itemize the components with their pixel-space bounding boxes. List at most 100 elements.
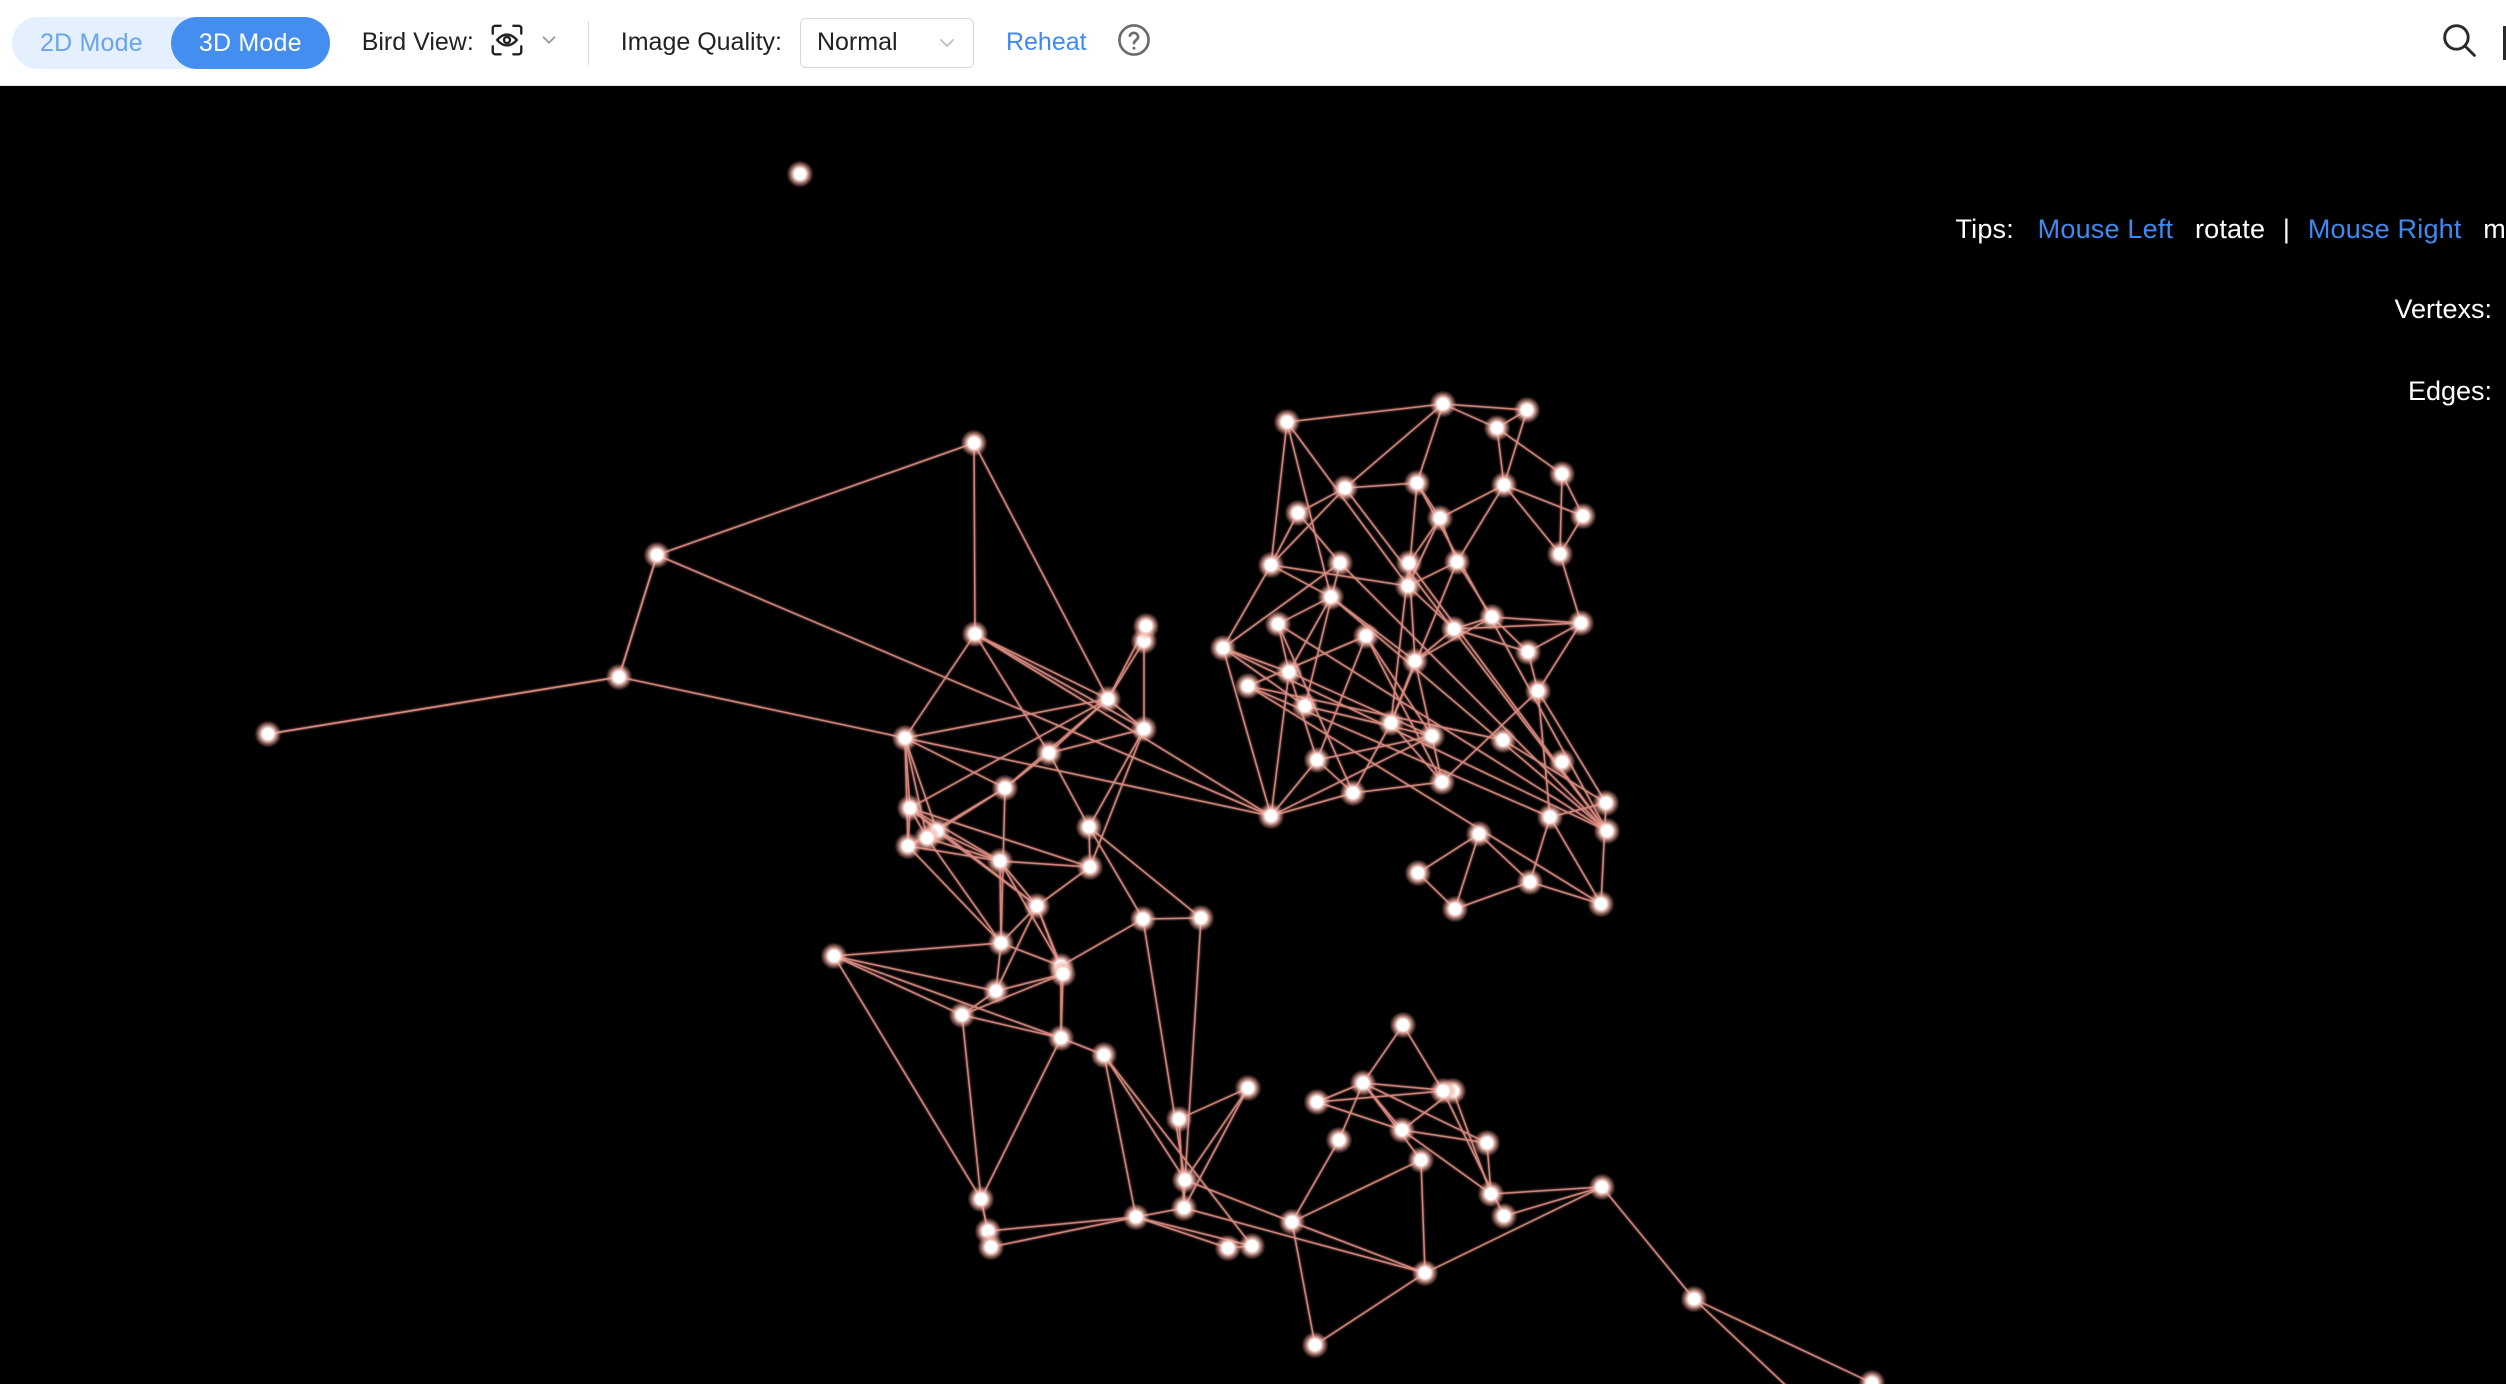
graph-node[interactable] [1596,1181,1608,1193]
graph-node[interactable] [1098,1049,1110,1061]
mode-3d-button[interactable]: 3D Mode [170,16,330,69]
graph-node[interactable] [968,437,980,449]
graph-node[interactable] [1242,1082,1254,1094]
graph-node[interactable] [1485,1188,1497,1200]
graph-node[interactable] [1491,422,1503,434]
graph-node[interactable] [1411,477,1423,489]
force-graph[interactable] [0,86,2506,1384]
graph-node[interactable] [1357,1077,1369,1089]
graph-node[interactable] [1265,559,1277,571]
graph-node[interactable] [899,732,911,744]
graph-node[interactable] [1522,646,1534,658]
graph-node[interactable] [1334,557,1346,569]
graph-canvas[interactable]: Tips: Mouse Left rotate | Mouse Right m … [0,86,2506,1384]
graph-node[interactable] [613,671,625,683]
graph-node[interactable] [1451,556,1463,568]
graph-node[interactable] [999,782,1011,794]
graph-node[interactable] [1222,1242,1234,1254]
graph-node[interactable] [1283,666,1295,678]
graph-node[interactable] [1498,479,1510,491]
graph-node[interactable] [1521,404,1533,416]
graph-node[interactable] [1286,1216,1298,1228]
image-quality-select[interactable]: Normal [799,17,974,68]
graph-node[interactable] [1412,867,1424,879]
search-button[interactable] [2437,18,2481,67]
graph-node[interactable] [990,985,1002,997]
graph-node[interactable] [1057,968,1069,980]
graph-node[interactable] [1084,861,1096,873]
mode-switch[interactable]: 2D Mode 3D Mode [12,16,330,69]
graph-node[interactable] [1437,398,1449,410]
graph-node[interactable] [1544,811,1556,823]
graph-node[interactable] [1130,1211,1142,1223]
graph-node[interactable] [1601,825,1613,837]
graph-node[interactable] [975,1193,987,1205]
graph-node[interactable] [969,628,981,640]
graph-node[interactable] [1385,717,1397,729]
graph-node[interactable] [1083,821,1095,833]
graph-node[interactable] [1409,655,1421,667]
reheat-button[interactable]: Reheat [1006,28,1087,57]
graph-node[interactable] [1311,754,1323,766]
graph-node[interactable] [1311,1096,1323,1108]
graph-node[interactable] [1437,1085,1449,1097]
bird-view-toggle[interactable] [488,21,526,64]
graph-node[interactable] [1419,1267,1431,1279]
graph-node[interactable] [1179,1174,1191,1186]
graph-node[interactable] [1360,630,1372,642]
graph-node[interactable] [995,937,1007,949]
graph-node[interactable] [1299,700,1311,712]
graph-nodes[interactable] [254,160,1886,1384]
graph-node[interactable] [1173,1113,1185,1125]
graph-node[interactable] [1138,723,1150,735]
graph-node[interactable] [1242,680,1254,692]
graph-node[interactable] [1449,903,1461,915]
mode-2d-button[interactable]: 2D Mode [12,17,171,69]
graph-node[interactable] [902,840,914,852]
graph-node[interactable] [1397,1019,1409,1031]
graph-node[interactable] [904,802,916,814]
graph-node[interactable] [1246,1240,1258,1252]
graph-node[interactable] [921,832,933,844]
graph-node[interactable] [1556,468,1568,480]
graph-node[interactable] [1265,810,1277,822]
graph-node[interactable] [1333,1134,1345,1146]
graph-node[interactable] [651,549,663,561]
graph-node[interactable] [994,855,1006,867]
graph-node[interactable] [1600,797,1612,809]
graph-node[interactable] [1532,685,1544,697]
graph-node[interactable] [1497,734,1509,746]
graph-node[interactable] [1448,623,1460,635]
graph-node[interactable] [1524,876,1536,888]
graph-node[interactable] [1473,828,1485,840]
graph-node[interactable] [1402,580,1414,592]
help-button[interactable] [1115,21,1153,64]
graph-node[interactable] [1309,1339,1321,1351]
graph-node[interactable] [1102,693,1114,705]
graph-node[interactable] [1292,507,1304,519]
graph-node[interactable] [1178,1202,1190,1214]
graph-node[interactable] [1272,618,1284,630]
graph-node[interactable] [262,728,274,740]
graph-node[interactable] [1137,913,1149,925]
graph-node[interactable] [1481,1137,1493,1149]
graph-node[interactable] [1195,912,1207,924]
graph-node[interactable] [1554,548,1566,560]
graph-node[interactable] [1339,482,1351,494]
bird-view-dropdown-toggle[interactable] [538,29,560,56]
graph-node[interactable] [985,1241,997,1253]
graph-node[interactable] [1556,756,1568,768]
graph-node[interactable] [1055,1032,1067,1044]
graph-node[interactable] [1396,1124,1408,1136]
graph-node[interactable] [1436,776,1448,788]
graph-node[interactable] [1403,557,1415,569]
graph-node[interactable] [1575,617,1587,629]
graph-node[interactable] [1595,898,1607,910]
graph-node[interactable] [956,1009,968,1021]
graph-node[interactable] [1486,611,1498,623]
graph-node[interactable] [1347,787,1359,799]
graph-node[interactable] [1688,1293,1700,1305]
graph-node[interactable] [1498,1210,1510,1222]
graph-node[interactable] [1434,512,1446,524]
graph-node[interactable] [1043,747,1055,759]
